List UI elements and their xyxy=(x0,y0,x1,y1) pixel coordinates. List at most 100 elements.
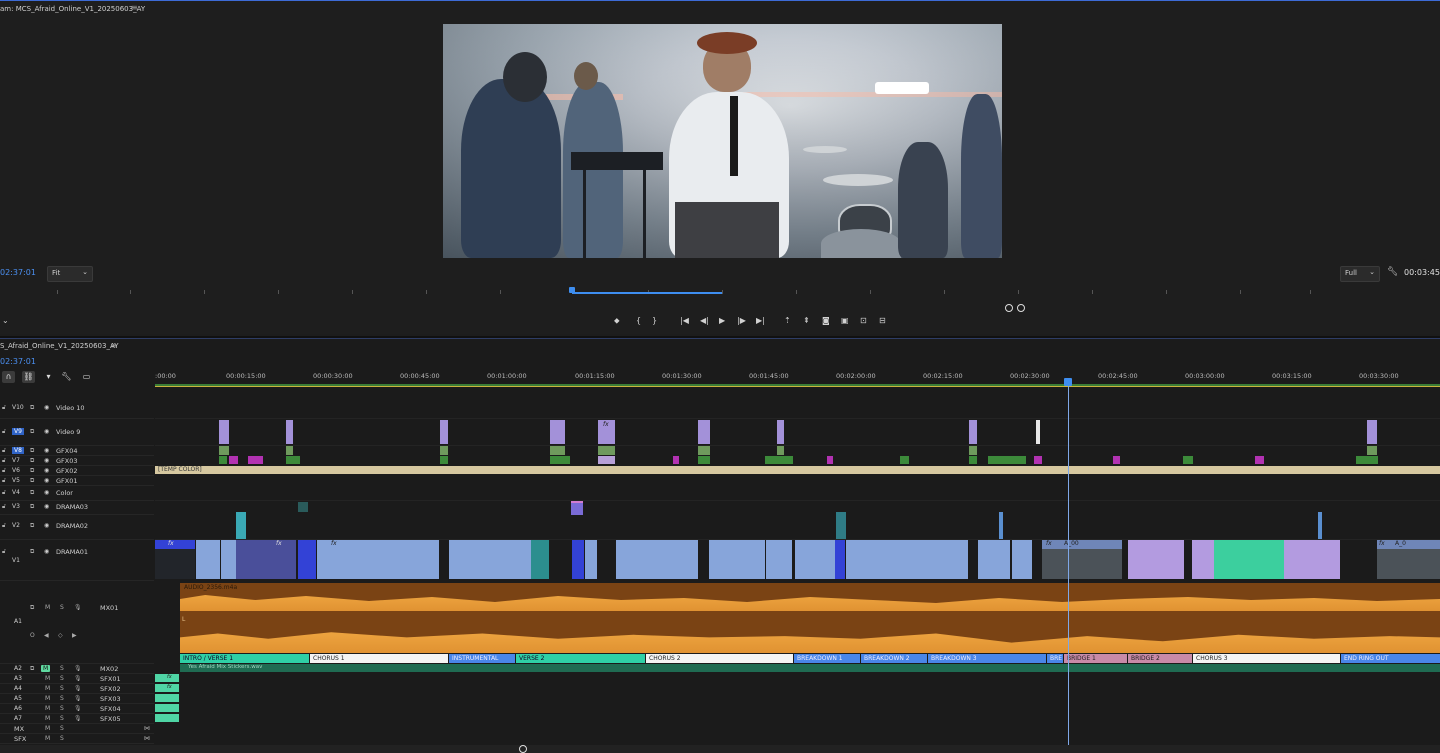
sync-lock-icon[interactable]: ⧉ xyxy=(30,404,34,412)
track-lane-v2[interactable] xyxy=(155,515,1440,540)
marker[interactable]: CHORUS 2 xyxy=(646,654,793,663)
track-id[interactable]: A2 xyxy=(14,665,22,672)
track-id[interactable]: V8 xyxy=(12,447,24,454)
gfx-clip[interactable] xyxy=(900,456,909,464)
sync-lock-icon[interactable]: ⧉ xyxy=(30,665,34,673)
zoom-handle-right[interactable] xyxy=(1017,304,1025,312)
camera-icon[interactable]: ◙ xyxy=(822,316,830,325)
sync-lock-icon[interactable]: ⧉ xyxy=(30,477,34,485)
voiceover-mic-icon[interactable]: 🎙︎ xyxy=(74,604,82,611)
eye-icon[interactable]: ◉ xyxy=(44,428,49,435)
voiceover-mic-icon[interactable]: 🎙︎ xyxy=(74,675,82,682)
eye-icon[interactable]: ◉ xyxy=(44,467,49,474)
playhead-timecode[interactable]: 02:37:01 xyxy=(0,268,36,277)
eye-icon[interactable]: ◉ xyxy=(44,477,49,484)
video-clip[interactable] xyxy=(969,420,977,444)
track-header-v5[interactable]: 🔓︎ V5 ⧉ ◉ GFX01 xyxy=(0,476,154,486)
v1-clip[interactable] xyxy=(795,540,835,579)
sfx-clip[interactable] xyxy=(155,694,179,702)
v1-clip[interactable] xyxy=(572,540,584,579)
previous-keyframe-icon[interactable]: ◀ xyxy=(44,632,49,639)
mute-button[interactable]: M xyxy=(45,715,50,722)
track-id[interactable]: V5 xyxy=(12,477,20,484)
gfx-clip[interactable] xyxy=(969,446,977,455)
sync-lock-icon[interactable]: ⧉ xyxy=(30,548,34,556)
track-header-a6[interactable]: A6 M S 🎙︎ SFX04 xyxy=(0,704,154,714)
v1-clip[interactable] xyxy=(616,540,698,579)
track-id[interactable]: A7 xyxy=(14,715,22,722)
step-back-icon[interactable]: ◀| xyxy=(700,316,709,325)
track-header-v7[interactable]: 🔓︎ V7 ⧉ ◉ GFX03 xyxy=(0,456,154,466)
monitor-playhead-marker[interactable] xyxy=(569,287,575,293)
vr-video-icon[interactable]: ⊟ xyxy=(879,316,886,325)
playhead-handle[interactable] xyxy=(1064,378,1072,386)
gfx-clip[interactable] xyxy=(598,446,615,455)
track-id[interactable]: V4 xyxy=(12,489,20,496)
solo-button[interactable]: S xyxy=(60,735,64,742)
wrench-icon[interactable]: 🔧︎ xyxy=(60,371,73,383)
marker[interactable]: BREAKDOWN 2 xyxy=(861,654,927,663)
v1-clip[interactable] xyxy=(1192,540,1214,579)
hamburger-icon[interactable]: ≡ xyxy=(131,3,138,12)
track-id[interactable]: A6 xyxy=(14,705,22,712)
lock-icon[interactable]: 🔓︎ xyxy=(2,447,6,455)
track-header-a3[interactable]: A3 M S 🎙︎ SFX01 xyxy=(0,674,154,684)
mute-button[interactable]: M xyxy=(45,675,50,682)
eye-icon[interactable]: ◉ xyxy=(44,447,49,454)
extract-icon[interactable]: ⇞ xyxy=(803,316,810,325)
comparison-view-icon[interactable]: ▣ xyxy=(841,316,849,325)
mute-button[interactable]: M xyxy=(45,695,50,702)
track-header-v6[interactable]: 🔓︎ V6 ⧉ ◉ GFX02 xyxy=(0,466,154,476)
v1-clip[interactable] xyxy=(1128,540,1184,579)
send-icon[interactable]: ⋈ xyxy=(144,735,150,742)
add-keyframe-icon[interactable]: ◇ xyxy=(58,632,63,639)
gfx-clip[interactable] xyxy=(1356,456,1378,464)
track-lane-v10[interactable] xyxy=(155,398,1440,419)
drama03-clip[interactable] xyxy=(571,501,583,515)
v1-clip[interactable] xyxy=(531,540,549,579)
gfx-clip[interactable] xyxy=(550,456,570,464)
track-header-v10[interactable]: 🔓︎ V10 ⧉ ◉ Video 10 xyxy=(0,398,154,419)
marker[interactable]: BREAKDOWN 3 xyxy=(928,654,1046,663)
marker[interactable]: INSTRUMENTAL xyxy=(449,654,515,663)
track-header-v2[interactable]: 🔓︎ V2 ⧉ ◉ DRAMA02 xyxy=(0,515,154,540)
track-id[interactable]: V3 xyxy=(12,503,20,510)
sync-lock-icon[interactable]: ⧉ xyxy=(30,447,34,455)
eye-icon[interactable]: ◉ xyxy=(44,457,49,464)
zoom-fit-dropdown[interactable]: Fit ⌄ xyxy=(47,266,93,282)
video-clip[interactable] xyxy=(1036,420,1040,444)
sync-lock-icon[interactable]: ⧉ xyxy=(30,457,34,465)
gfx-clip[interactable] xyxy=(229,456,238,464)
video-clip[interactable]: fx xyxy=(598,420,615,444)
gfx-clip[interactable] xyxy=(248,456,263,464)
track-id[interactable]: V1 xyxy=(12,557,20,564)
track-header-a7[interactable]: A7 M S 🎙︎ SFX05 xyxy=(0,714,154,724)
track-id[interactable]: A3 xyxy=(14,675,22,682)
gfx-clip[interactable] xyxy=(550,446,565,455)
sequence-tab-title[interactable]: S_Afraid_Online_V1_20250603_AY xyxy=(0,342,118,350)
lock-icon[interactable]: 🔓︎ xyxy=(2,404,6,412)
v1-clip[interactable] xyxy=(221,540,236,579)
lock-icon[interactable]: 🔓︎ xyxy=(2,503,6,511)
settings-wrench-icon[interactable]: 🔧︎ xyxy=(1387,267,1398,277)
drama02-clip[interactable] xyxy=(1318,512,1322,539)
track-id[interactable]: A4 xyxy=(14,685,22,692)
track-id[interactable]: V10 xyxy=(12,404,24,411)
voiceover-mic-icon[interactable]: 🎙︎ xyxy=(74,715,82,722)
hamburger-icon[interactable]: ≡ xyxy=(110,341,117,350)
drama02-clip[interactable] xyxy=(236,512,246,539)
video-clip[interactable] xyxy=(1367,420,1377,444)
video-clip[interactable] xyxy=(219,420,229,444)
sfx-clip[interactable] xyxy=(155,714,179,722)
mark-out-icon[interactable]: } xyxy=(652,316,657,325)
eye-icon[interactable]: ◉ xyxy=(44,548,49,555)
video-clip[interactable] xyxy=(286,420,293,444)
gfx-clip[interactable] xyxy=(219,456,227,464)
in-out-range-bar[interactable] xyxy=(572,292,722,294)
gfx-clip[interactable] xyxy=(777,446,784,455)
v1-clip[interactable] xyxy=(766,540,792,579)
track-header-v1[interactable]: 🔓︎ V1 ⧉ ◉ DRAMA01 xyxy=(0,540,154,581)
marker[interactable]: CHORUS 3 xyxy=(1193,654,1340,663)
track-header-a1[interactable]: ⧉ M S 🎙︎ MX01 A1 O ◀ ◇ ▶ xyxy=(0,583,154,664)
mute-button[interactable]: M xyxy=(45,725,50,732)
